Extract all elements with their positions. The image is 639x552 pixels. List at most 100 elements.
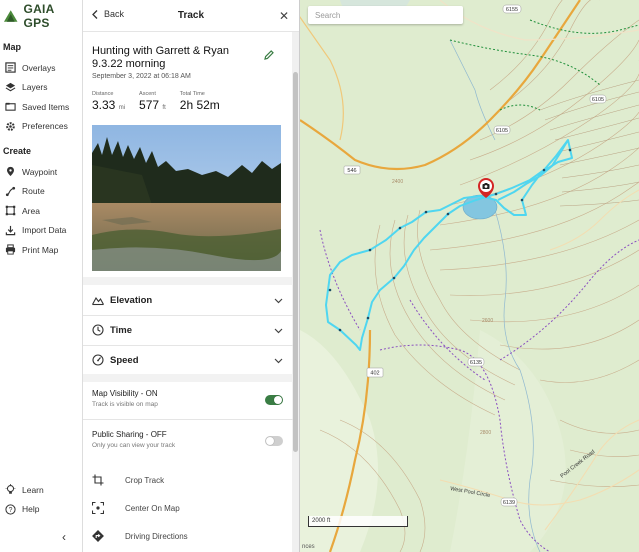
- action-label: Center On Map: [125, 503, 180, 513]
- layers-icon: [4, 81, 16, 93]
- chevron-left-icon: [92, 9, 98, 19]
- import-icon: [4, 224, 16, 236]
- contour-label: 2800: [480, 430, 491, 436]
- road-label: 6105: [496, 128, 508, 134]
- accordion-label: Speed: [110, 354, 139, 366]
- directions-icon: [92, 530, 104, 542]
- road-label: 402: [370, 371, 379, 377]
- stat-value-wrap: 2h 52m: [180, 98, 220, 112]
- map-view[interactable]: 6155 6105 546 6105 402 6135 6139 West Po…: [300, 0, 639, 552]
- nav-item-print-map[interactable]: Print Map: [0, 240, 82, 260]
- chevron-down-icon: [274, 328, 283, 333]
- map-scale-bar: 2000 ft: [308, 516, 408, 527]
- svg-text:?: ?: [8, 507, 12, 514]
- track-photo[interactable]: [92, 125, 281, 271]
- accordion-elevation[interactable]: Elevation: [92, 291, 283, 309]
- public-sharing-title: Public Sharing - OFF: [92, 430, 167, 439]
- back-label: Back: [104, 9, 125, 19]
- nav-item-label: Preferences: [22, 121, 68, 132]
- route-icon: [4, 185, 16, 197]
- contour-label: 2400: [392, 179, 403, 185]
- nav-item-label: Area: [22, 205, 40, 216]
- nav-item-label: Waypoint: [22, 166, 58, 177]
- edit-pencil-icon[interactable]: [263, 49, 275, 61]
- stat-label: Distance: [92, 91, 114, 97]
- divider: [83, 345, 293, 346]
- gaia-logo-icon: [3, 10, 18, 22]
- accordion-time[interactable]: Time: [92, 321, 283, 339]
- stat-value: 577: [139, 98, 160, 112]
- nav-item-layers[interactable]: Layers: [0, 78, 82, 98]
- action-label: Crop Track: [125, 475, 165, 485]
- map-visibility-subtitle: Track is visible on map: [92, 401, 158, 408]
- toggle-knob: [274, 396, 282, 404]
- overlays-icon: [4, 62, 16, 74]
- stat-label: Ascent: [139, 91, 156, 97]
- stat-distance: Distance 3.33 mi: [92, 91, 125, 112]
- nav-bottom: Learn ? Help: [0, 480, 82, 519]
- action-label: Driving Directions: [125, 531, 188, 541]
- nav-item-saved-items[interactable]: Saved Items: [0, 97, 82, 117]
- nav-item-label: Learn: [22, 484, 44, 495]
- nav-item-waypoint[interactable]: Waypoint: [0, 162, 82, 182]
- nav-item-help[interactable]: ? Help: [0, 500, 82, 520]
- nav-section-map: Map: [3, 42, 21, 52]
- road-label: 6105: [592, 97, 604, 103]
- chevron-down-icon: [274, 358, 283, 363]
- stat-value: 2h 52m: [179, 98, 220, 112]
- panel-scrollbar[interactable]: [292, 32, 299, 552]
- stat-unit: ft: [162, 105, 166, 111]
- printer-icon: [4, 244, 16, 256]
- scroll-thumb[interactable]: [293, 72, 298, 452]
- nav-item-learn[interactable]: Learn: [0, 480, 82, 500]
- speedometer-icon: [92, 354, 104, 366]
- main-nav: GAIA GPS Map Overlays Layers Saved Items…: [0, 0, 83, 552]
- folder-icon: [4, 101, 16, 113]
- nav-item-overlays[interactable]: Overlays: [0, 58, 82, 78]
- nav-section-create: Create: [3, 146, 32, 156]
- map-visibility-toggle[interactable]: [265, 395, 283, 405]
- road-label: 546: [347, 168, 356, 174]
- public-sharing-subtitle: Only you can view your track: [92, 442, 176, 449]
- stat-unit: mi: [118, 105, 126, 111]
- stat-ascent: Ascent 577 ft: [139, 91, 166, 112]
- crop-track-button[interactable]: Crop Track: [92, 472, 283, 488]
- mountain-icon: [92, 296, 104, 306]
- section-divider: [83, 277, 293, 285]
- map-visibility-title: Map Visibility - ON: [92, 389, 158, 398]
- nav-item-area[interactable]: Area: [0, 201, 82, 221]
- track-panel: Back Track ✕ Hunting with Garrett & Ryan…: [83, 0, 300, 552]
- road-label: 6155: [506, 7, 518, 13]
- area-icon: [4, 205, 16, 217]
- center-on-map-button[interactable]: Center On Map: [92, 500, 283, 516]
- track-stats: Distance 3.33 mi Ascent 577 ft Total Tim…: [92, 91, 220, 112]
- map-attribution: nces: [302, 544, 315, 550]
- public-sharing-toggle[interactable]: [265, 436, 283, 446]
- nav-item-label: Help: [22, 504, 40, 515]
- chevron-down-icon: [274, 298, 283, 303]
- brand[interactable]: GAIA GPS: [0, 0, 82, 32]
- collapse-nav-chevron-icon[interactable]: ‹: [62, 530, 66, 544]
- track-name: Hunting with Garrett & Ryan 9.3.22 morni…: [92, 45, 229, 70]
- brand-name: GAIA GPS: [23, 2, 55, 30]
- panel-header: Back Track ✕: [83, 0, 299, 32]
- nav-item-import-data[interactable]: Import Data: [0, 221, 82, 241]
- divider: [83, 419, 293, 420]
- nav-item-label: Route: [22, 186, 45, 197]
- stat-value-wrap: 3.33 mi: [92, 98, 125, 112]
- map-pin-icon: [4, 166, 16, 178]
- gear-icon: [4, 120, 16, 132]
- nav-item-route[interactable]: Route: [0, 182, 82, 202]
- toggle-knob: [266, 437, 274, 445]
- nav-item-label: Print Map: [22, 244, 59, 255]
- accordion-speed[interactable]: Speed: [92, 351, 283, 369]
- section-divider: [83, 374, 293, 382]
- nav-item-preferences[interactable]: Preferences: [0, 117, 82, 137]
- close-icon[interactable]: ✕: [279, 9, 289, 23]
- topo-map[interactable]: 6155 6105 546 6105 402 6135 6139 West Po…: [300, 0, 639, 552]
- map-search-input[interactable]: [308, 6, 463, 24]
- back-button[interactable]: Back: [92, 9, 124, 19]
- divider: [83, 315, 293, 316]
- driving-directions-button[interactable]: Driving Directions: [92, 528, 283, 544]
- track-date: September 3, 2022 at 06:18 AM: [92, 73, 191, 80]
